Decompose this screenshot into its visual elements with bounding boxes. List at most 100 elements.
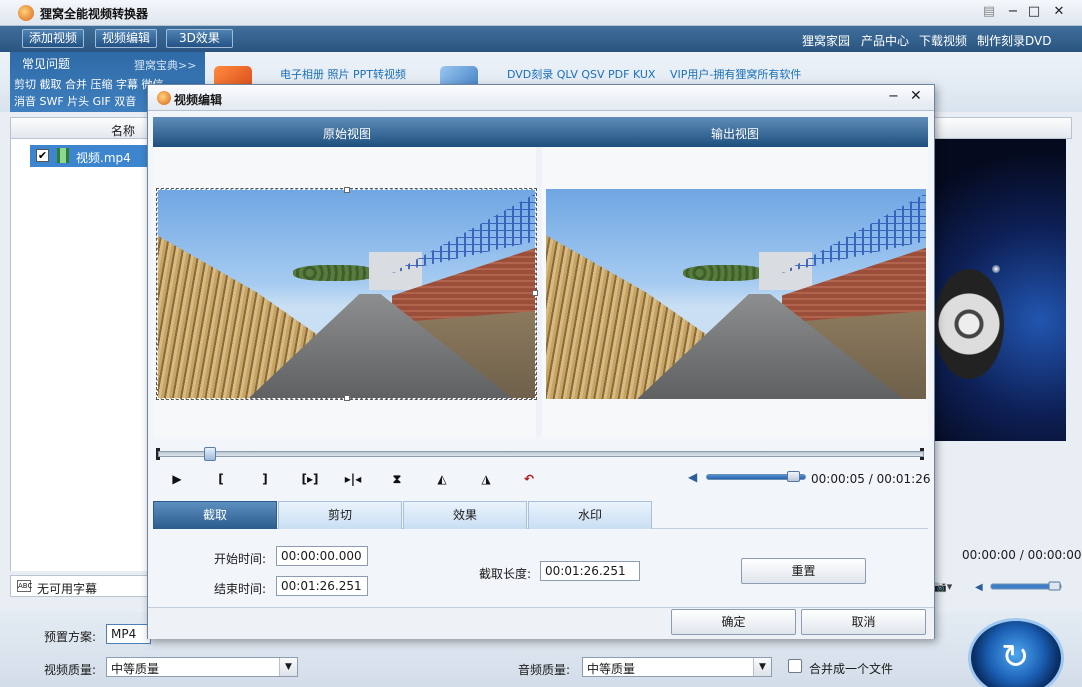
- ok-button[interactable]: 确定: [671, 609, 796, 635]
- file-list: [10, 139, 150, 571]
- dialog-title: 视频编辑: [174, 93, 223, 107]
- add-video-button[interactable]: 添加视频: [22, 29, 85, 48]
- tab-effects[interactable]: 效果: [403, 501, 527, 529]
- timeline-slider[interactable]: [158, 447, 924, 461]
- link-dvd[interactable]: 制作刻录DVD: [977, 32, 1051, 49]
- film-reel-icon: [934, 269, 1004, 379]
- timeline-handle[interactable]: [204, 447, 216, 461]
- split-button[interactable]: ▸|◂: [341, 469, 365, 489]
- preview-volume[interactable]: ◀: [975, 581, 1065, 591]
- flip-vertical-button[interactable]: ⧗: [386, 469, 408, 489]
- file-list-item[interactable]: ✔ 视频.mp4: [30, 145, 148, 167]
- view-area: [153, 147, 928, 437]
- edit-video-button[interactable]: 视频编辑: [95, 29, 158, 48]
- dialog-title-bar: 视频编辑 − ✕: [148, 85, 934, 111]
- title-bar: 狸窝全能视频转换器 ▤ − □ ✕: [0, 0, 1082, 26]
- start-time-label: 开始时间:: [214, 552, 267, 566]
- preset-value: MP4: [111, 627, 137, 641]
- merge-checkbox[interactable]: [788, 659, 802, 673]
- start-time-field[interactable]: 00:00:00.000: [276, 546, 368, 566]
- audio-quality-select[interactable]: 中等质量 ▼: [582, 657, 772, 677]
- convert-icon: ↻: [1001, 637, 1030, 677]
- video-quality-select[interactable]: 中等质量 ▼: [106, 657, 298, 677]
- length-label: 截取长度:: [479, 567, 532, 581]
- link-products[interactable]: 产品中心: [861, 32, 909, 49]
- audio-quality-label: 音频质量:: [518, 663, 571, 677]
- output-view-label: 输出视图: [710, 127, 759, 141]
- subtitle-icon: ABC: [17, 580, 33, 592]
- toolbar: 添加视频 视频编辑 3D效果 狸窝家园 产品中心 下载视频 制作刻录DVD: [0, 26, 1082, 52]
- faq-title[interactable]: 常见问题: [22, 55, 70, 72]
- link-home[interactable]: 狸窝家园: [802, 32, 850, 49]
- column-name[interactable]: 名称: [111, 122, 135, 139]
- subtitle-label: 无可用字幕: [37, 582, 98, 596]
- start-time-value: 00:00:00.000: [281, 549, 362, 563]
- snapshot-icon[interactable]: 📷▾: [933, 580, 952, 593]
- menu-icon[interactable]: ▤: [980, 4, 998, 20]
- reset-button[interactable]: 重置: [741, 558, 866, 584]
- promo-link-vip[interactable]: VIP用户-拥有狸窝所有软件: [670, 66, 801, 82]
- faq-more-link[interactable]: 狸窝宝典>>: [134, 57, 196, 73]
- 3d-effect-button[interactable]: 3D效果: [166, 29, 233, 48]
- volume-icon[interactable]: ◀: [688, 470, 697, 484]
- preset-label: 预置方案:: [44, 630, 97, 644]
- video-quality-value: 中等质量: [111, 662, 160, 676]
- cancel-button[interactable]: 取消: [801, 609, 926, 635]
- main-window: 狸窝全能视频转换器 ▤ − □ ✕ 添加视频 视频编辑 3D效果 狸窝家园 产品…: [0, 0, 1082, 687]
- preview-time: 00:00:00 / 00:00:00: [962, 548, 1082, 562]
- crop-handle-right[interactable]: [532, 290, 538, 296]
- file-checkbox[interactable]: ✔: [36, 149, 49, 162]
- promo-link-dvd[interactable]: DVD刻录 QLV QSV PDF KUX: [507, 66, 655, 82]
- tab-watermark[interactable]: 水印: [528, 501, 652, 529]
- undo-button[interactable]: ↶: [518, 469, 540, 489]
- chevron-down-icon[interactable]: ▼: [279, 658, 297, 676]
- dialog-minimize-button[interactable]: −: [888, 89, 899, 104]
- preview-header: [932, 117, 1072, 139]
- view-header: 原始视图 输出视图: [153, 117, 928, 147]
- end-time-value: 00:01:26.251: [281, 579, 362, 593]
- tab-trim[interactable]: 截取: [153, 501, 277, 529]
- dialog-close-button[interactable]: ✕: [910, 88, 922, 104]
- tab-crop[interactable]: 剪切: [278, 501, 402, 529]
- crop-selection[interactable]: [156, 187, 538, 401]
- time-readout: 00:00:05 / 00:01:26: [811, 472, 931, 486]
- preview-screen: [932, 139, 1066, 441]
- audio-quality-value: 中等质量: [587, 662, 636, 676]
- glow-decoration: [992, 265, 1000, 273]
- file-name: 视频.mp4: [76, 151, 131, 165]
- rotate-right-button[interactable]: ◮: [475, 469, 497, 489]
- end-time-field[interactable]: 00:01:26.251: [276, 576, 368, 596]
- video-quality-label: 视频质量:: [44, 663, 97, 677]
- file-list-header: 名称: [10, 117, 150, 139]
- maximize-button[interactable]: □: [1025, 4, 1043, 20]
- edit-tabs: 截取 剪切 效果 水印: [153, 501, 928, 529]
- mark-out-button[interactable]: ]: [254, 469, 276, 489]
- length-field[interactable]: 00:01:26.251: [540, 561, 640, 581]
- close-button[interactable]: ✕: [1050, 4, 1068, 20]
- faq-row-1[interactable]: 剪切 截取 合并 压缩 字幕 微信: [14, 76, 163, 92]
- faq-row-2[interactable]: 消音 SWF 片头 GIF 双音: [14, 93, 136, 109]
- preset-select[interactable]: MP4: [106, 624, 151, 644]
- svg-text:◀: ◀: [975, 582, 983, 591]
- rotate-left-button[interactable]: ◭: [431, 469, 453, 489]
- promo-link-album[interactable]: 电子相册 照片 PPT转视频: [280, 66, 406, 82]
- crop-handle-top[interactable]: [344, 187, 350, 193]
- video-edit-dialog: 视频编辑 − ✕ 原始视图 输出视图 ▶ [] [▸] ▸|◂ ⧗ ◭ ◮ ↶…: [147, 84, 935, 639]
- subtitle-selector[interactable]: ABC 无可用字幕: [10, 575, 150, 597]
- original-view-label: 原始视图: [322, 127, 371, 141]
- seek-marks-button[interactable]: [▸]: [296, 469, 324, 489]
- minimize-button[interactable]: −: [1004, 4, 1022, 20]
- end-time-label: 结束时间:: [214, 582, 267, 596]
- dialog-logo-icon: [157, 91, 171, 105]
- app-title: 狸窝全能视频转换器: [40, 7, 149, 21]
- mark-in-button[interactable]: [: [210, 469, 232, 489]
- link-download[interactable]: 下载视频: [919, 32, 967, 49]
- chevron-down-icon[interactable]: ▼: [753, 658, 771, 676]
- trees: [682, 264, 767, 282]
- crop-handle-bottom[interactable]: [344, 395, 350, 401]
- length-value: 00:01:26.251: [545, 564, 626, 578]
- volume-handle[interactable]: [787, 471, 800, 482]
- output-video-frame: [546, 189, 926, 399]
- merge-label: 合并成一个文件: [809, 662, 894, 676]
- play-button[interactable]: ▶: [166, 469, 188, 489]
